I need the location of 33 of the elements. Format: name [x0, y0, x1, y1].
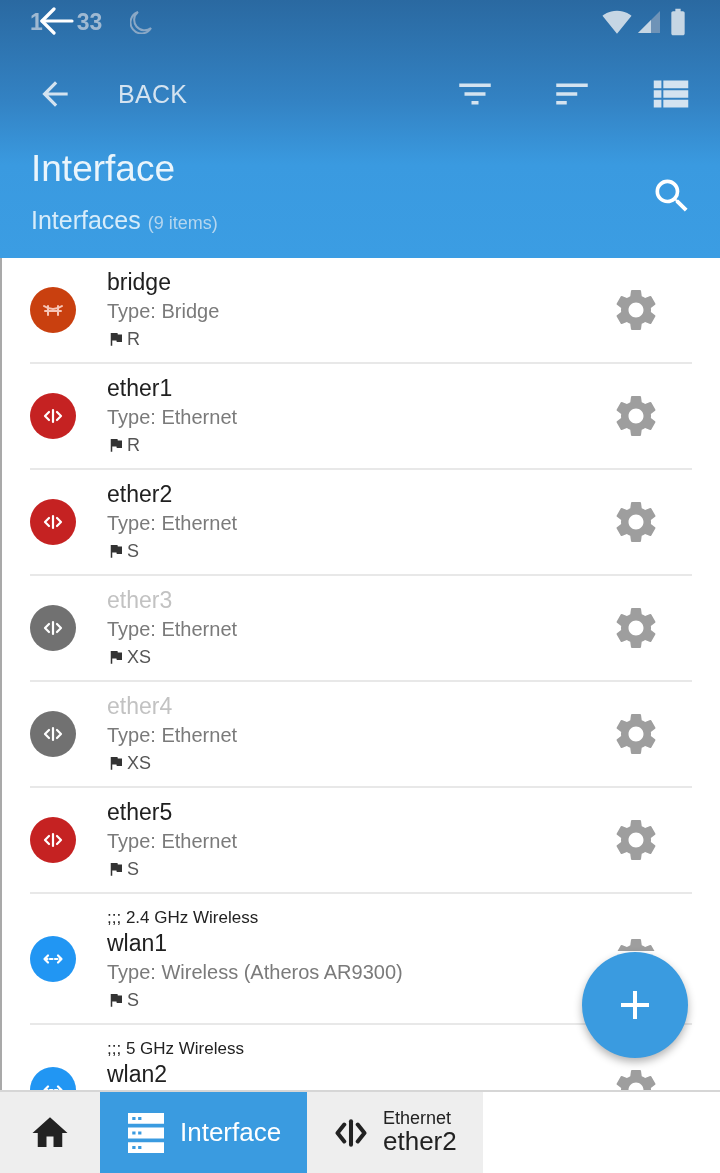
interface-type: Type: Ethernet [107, 511, 238, 536]
interface-name[interactable]: ether5 [107, 799, 238, 826]
interface-flags: XS [127, 752, 151, 774]
interface-type: Type: Ethernet [107, 405, 238, 430]
add-button[interactable] [582, 952, 688, 1058]
server-stack-icon [128, 1112, 164, 1153]
interface-name[interactable]: wlan1 [107, 930, 403, 957]
ethernet-tab[interactable]: Ethernet ether2 [307, 1092, 483, 1173]
interface-type: Type: Ethernet [107, 617, 238, 642]
interface-name[interactable]: ether1 [107, 375, 238, 402]
interface-comment: ;;; 5 GHz Wireless [107, 1038, 244, 1060]
interface-comment: ;;; 2.4 GHz Wireless [107, 907, 260, 929]
signal-icon [638, 11, 660, 33]
interface-flags: S [127, 989, 139, 1011]
page-subtitle: Interfaces (9 items) [31, 205, 218, 236]
page-title: Interface [31, 147, 176, 191]
status-time: 33 [76, 8, 103, 36]
interface-flags: R [127, 328, 140, 350]
interface-flags: S [127, 858, 139, 880]
interface-flags: S [127, 540, 139, 562]
interface-flags: R [127, 434, 140, 456]
interface-type: Type: Bridge [107, 299, 220, 324]
interface-flags: XS [127, 646, 151, 668]
interface-name[interactable]: bridge [107, 269, 220, 296]
interface-type: Type: Ethernet [107, 829, 238, 854]
interface-name[interactable]: wlan2 [107, 1061, 244, 1088]
interface-name[interactable]: ether2 [107, 481, 238, 508]
moon-icon [130, 10, 153, 34]
interface-type: Type: Wireless (Atheros AR9300) [107, 960, 403, 985]
status-time: 1 [30, 8, 43, 36]
interface-type: Type: Ethernet [107, 723, 238, 748]
ethernet-icon [335, 1117, 367, 1148]
home-tab[interactable] [0, 1092, 100, 1173]
